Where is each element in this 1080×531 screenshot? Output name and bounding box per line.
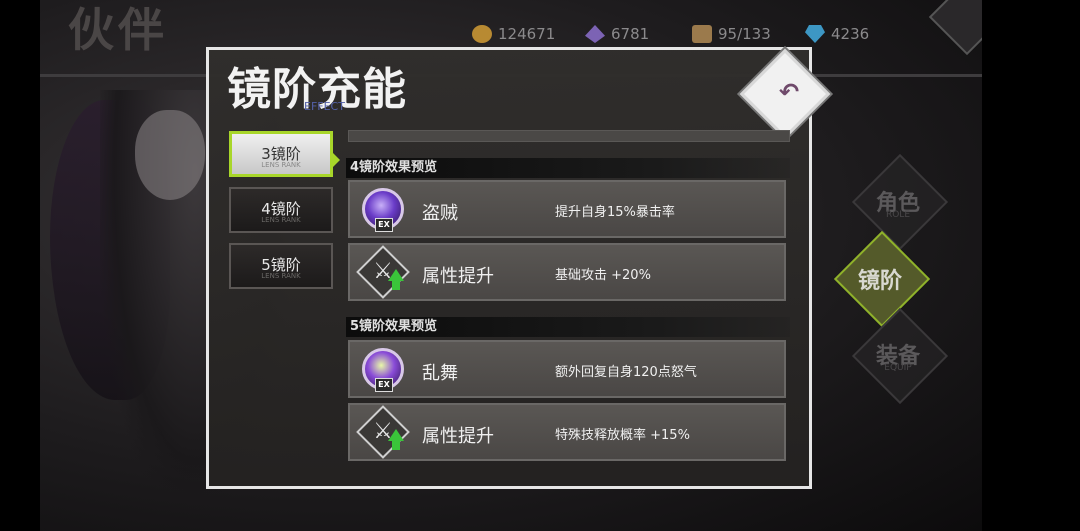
character-face <box>135 110 205 200</box>
effect-row: ⚔ 属性提升 基础攻击 +20% <box>348 243 786 301</box>
effect-row: EX 盗贼 提升自身15%暴击率 <box>348 180 786 238</box>
tab-lens-4[interactable]: 4镜阶 LENS RANK <box>229 187 333 233</box>
tab-lens-3-sub: LENS RANK <box>261 161 301 169</box>
effect-name: 属性提升 <box>422 426 494 447</box>
effect-name: 乱舞 <box>422 363 458 384</box>
effect-row: ⚔ 属性提升 特殊技释放概率 +15% <box>348 403 786 461</box>
previous-row-edge <box>348 130 790 142</box>
ex-badge: EX <box>375 218 393 232</box>
coin-count: 124671 <box>498 25 556 43</box>
background-back-button[interactable] <box>928 0 982 56</box>
section-header-lens-5: 5镜阶效果预览 <box>346 317 790 337</box>
crossed-swords-icon: ⚔ <box>356 245 410 299</box>
effect-description: 特殊技释放概率 +15% <box>555 428 690 443</box>
effect-name: 属性提升 <box>422 266 494 287</box>
tab-lens-4-sub: LENS RANK <box>261 216 301 224</box>
gem-count: 4236 <box>831 25 870 43</box>
gem-icon <box>805 25 825 43</box>
crystal-icon <box>585 25 605 43</box>
box-icon <box>692 25 712 43</box>
effect-name: 盗贼 <box>422 203 458 224</box>
tab-lens-5-sub: LENS RANK <box>261 272 301 280</box>
side-menu-equip-sub: EQUIP <box>884 363 912 373</box>
resource-inventory: 95/133 <box>692 25 771 43</box>
tab-lens-3[interactable]: 3镜阶 LENS RANK <box>229 131 333 177</box>
effect-description: 额外回复自身120点怒气 <box>555 365 697 380</box>
tab-lens-5[interactable]: 5镜阶 LENS RANK <box>229 243 333 289</box>
effects-scroll-list[interactable]: 4镜阶效果预览 EX 盗贼 提升自身15%暴击率 ⚔ 属性提升 基础攻击 +20… <box>346 130 790 468</box>
crossed-swords-icon: ⚔ <box>356 405 410 459</box>
lens-charge-modal: 镜阶充能 EFFECT ↶ 3镜阶 LENS RANK 4镜阶 LENS RAN… <box>206 47 831 489</box>
crystal-count: 6781 <box>611 25 650 43</box>
side-menu-lens-label: 镜阶 <box>857 269 902 294</box>
section-header-lens-4: 4镜阶效果预览 <box>346 158 790 178</box>
skill-orb-icon: EX <box>362 188 404 232</box>
skill-orb-icon: EX <box>362 348 404 392</box>
undo-arrow-icon[interactable]: ↶ <box>775 78 803 106</box>
resource-gems: 4236 <box>805 25 869 43</box>
effect-description: 基础攻击 +20% <box>555 268 651 283</box>
resource-crystals: 6781 <box>585 25 649 43</box>
modal-subtitle: EFFECT <box>304 100 345 113</box>
side-menu-role-sub: ROLE <box>885 210 911 220</box>
active-tab-pointer <box>333 153 340 167</box>
effect-row: EX 乱舞 额外回复自身120点怒气 <box>348 340 786 398</box>
ex-badge: EX <box>375 378 393 392</box>
effect-description: 提升自身15%暴击率 <box>555 205 675 220</box>
background-page-title: 伙伴 <box>68 3 168 57</box>
coin-icon <box>472 25 492 43</box>
inventory-count: 95/133 <box>718 25 771 43</box>
resource-coins: 124671 <box>472 25 555 43</box>
